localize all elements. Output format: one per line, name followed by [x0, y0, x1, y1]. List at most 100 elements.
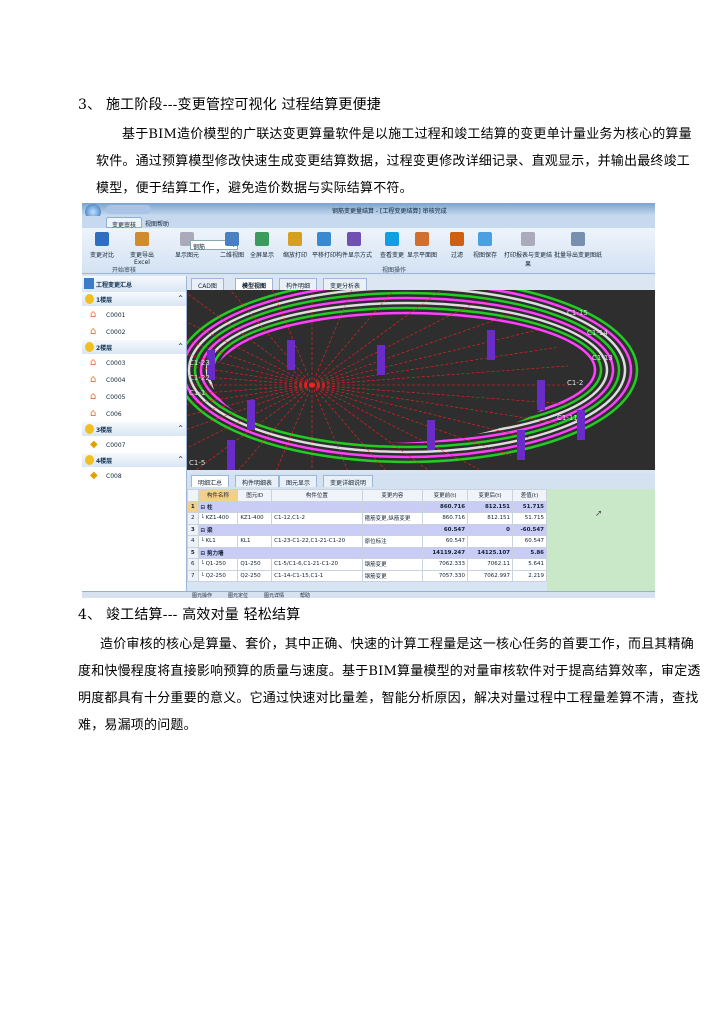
table-cell: └ Q1-250	[197, 558, 239, 571]
bottom-tab[interactable]: 构件明细表	[235, 475, 280, 487]
table-row[interactable]: 6 └ Q1-250 Q1-250 C1-5/C1-6,C1-21-C1-20 钢筋变更…	[187, 558, 547, 571]
table-cell: 7062.11	[467, 558, 513, 571]
floor-group-label: 4楼层	[96, 458, 113, 465]
floor-group-header[interactable]: 1楼层 ^	[82, 292, 186, 306]
table-cell: C1-23-C1-22,C1-21-C1-20	[271, 535, 363, 548]
3d-model-view[interactable]: C1-15 C1-14 C1-13 C1-2 C1-11 C1-23 C1-22 C1-1 C1…	[82, 275, 655, 495]
title-bar: 钢筋变更量结算 - [工程变更结算] 审核完成	[82, 203, 655, 220]
floor-group-header[interactable]: 3楼层 ^	[82, 422, 186, 436]
ribbon-button[interactable]: 变更对比	[84, 232, 120, 259]
ribbon: 变更对比变更导出Excel显示图元钢筋▾二维视图全屏显示缩放打印平移打印构件显示…	[82, 228, 655, 274]
column-header[interactable]: 变更内容	[361, 489, 424, 502]
change-item[interactable]: ◆ C008	[82, 467, 186, 484]
table-cell	[271, 500, 363, 513]
change-item[interactable]: ⌂ C0004	[82, 371, 186, 388]
table-row[interactable]: 2 └ KZ1-400 KZ1-400 C1-12,C1-2 箍筋变更,纵筋变更 860.…	[187, 512, 547, 525]
status-button[interactable]: 帮助	[300, 592, 310, 598]
ribbon-button-label: 打印报表与变更结果	[504, 252, 553, 268]
paragraph-line: 度和快慢程度将直接影响预算的质量与速度。基于BIM算量模型的对量审核软件对于提高…	[78, 664, 701, 679]
table-row[interactable]: 1 ⊟ 柱 860.716 812.151 51.715	[187, 500, 547, 513]
table-cell: 860.716	[422, 500, 469, 513]
view-tab[interactable]: 变更分析表	[323, 278, 368, 290]
house-icon: ⌂	[90, 309, 97, 320]
table-row[interactable]: 4 └ KL1 KL1 C1-23-C1-22,C1-21-C1-20 原位标注 60.5…	[187, 535, 547, 548]
folder-icon	[85, 342, 94, 352]
folder-icon	[85, 294, 94, 304]
column-header[interactable]: 构件位置	[271, 489, 363, 502]
table-cell: KL1	[237, 535, 273, 548]
change-item-label: C0007	[106, 442, 126, 449]
column-header[interactable]: 构件名称	[197, 489, 239, 502]
table-cell: 1	[187, 500, 199, 513]
table-row[interactable]: 3 ⊟ 梁 60.547 0 -60.547	[187, 523, 547, 536]
ribbon-button-label: 批量导出变更图纸	[554, 252, 603, 259]
change-item[interactable]: ⌂ C0005	[82, 388, 186, 405]
table-cell: 860.716	[422, 512, 469, 525]
ribbon-button[interactable]: 批量导出变更图纸	[554, 232, 602, 259]
column-header[interactable]	[187, 489, 199, 502]
table-cell: 箍筋变更,纵筋变更	[361, 512, 424, 525]
axis-label: C1-2	[567, 379, 583, 387]
ribbon-icon	[135, 232, 149, 246]
status-button[interactable]: 图元定位	[228, 592, 248, 598]
column-header[interactable]: 变更前(t)	[422, 489, 469, 502]
change-item[interactable]: ⌂ C0003	[82, 354, 186, 371]
column	[537, 380, 545, 410]
floor-group-label: 1楼层	[96, 297, 113, 304]
ribbon-button[interactable]: 视图保存	[467, 232, 503, 259]
table-cell: 5.86	[512, 546, 547, 559]
floor-group-header[interactable]: 4楼层 ^	[82, 453, 186, 467]
change-item-label: C0002	[106, 329, 126, 336]
view-tab[interactable]: 模型视图	[235, 278, 274, 290]
table-cell: 14125.107	[467, 546, 513, 559]
change-item[interactable]: ⌂ C006	[82, 405, 186, 422]
change-item-label: C006	[106, 411, 122, 418]
change-item-label: C0005	[106, 394, 126, 401]
panel-header: 工程变更汇总	[82, 276, 186, 292]
table-cell: 5	[187, 546, 199, 559]
table-cell: └ KZ1-400	[197, 512, 239, 525]
ribbon-button[interactable]: 变更导出Excel	[124, 232, 160, 266]
column-header[interactable]: 差值(t)	[512, 489, 547, 502]
quick-access-toolbar[interactable]	[106, 205, 151, 214]
bottom-tab[interactable]: 图元显示	[279, 475, 318, 487]
status-button[interactable]: 图元详情	[264, 592, 284, 598]
change-item[interactable]: ⌂ C0002	[82, 323, 186, 340]
table-cell: ⊟ 剪力墙	[197, 546, 239, 559]
table-row[interactable]: 7 └ Q2-250 Q2-250 C1-14-C1-15,C1-1 钢筋变更 7057.…	[187, 569, 547, 582]
table-cell	[361, 546, 424, 559]
floor-group-header[interactable]: 2楼层 ^	[82, 340, 186, 354]
ribbon-button[interactable]: 打印报表与变更结果	[504, 232, 552, 268]
tab-change-review[interactable]: 变更审核	[106, 217, 143, 229]
table-row[interactable]: 5 ⊟ 剪力墙 14119.247 14125.107 5.86	[187, 546, 547, 559]
ribbon-button[interactable]: 显示平面图	[404, 232, 440, 259]
change-detail-table: 构件名称 图元ID 构件位置 变更内容 变更前(t) 变更后(t) 差值(t) 1 ⊟ 柱 860…	[187, 489, 547, 582]
ribbon-icon	[288, 232, 302, 246]
change-item[interactable]: ◆ C0007	[82, 436, 186, 453]
table-cell	[237, 546, 273, 559]
ribbon-icon	[478, 232, 492, 246]
view-tab[interactable]: 构件明细	[279, 278, 318, 290]
column-header[interactable]: 图元ID	[237, 489, 273, 502]
axis-label: C1-13	[592, 354, 613, 362]
table-cell: 812.151	[467, 500, 513, 513]
bottom-tab[interactable]: 变更详细说明	[323, 475, 374, 487]
dropdown-value: 钢筋	[193, 244, 206, 251]
change-item[interactable]: ⌂ C0001	[82, 306, 186, 323]
paragraph-line: 难，易漏项的问题。	[78, 718, 197, 733]
ribbon-button[interactable]: 全屏显示	[244, 232, 280, 259]
table-cell: 3	[187, 523, 199, 536]
window-title: 钢筋变更量结算 - [工程变更结算] 审核完成	[332, 208, 447, 215]
change-item-label: C0001	[106, 312, 126, 319]
table-cell	[271, 523, 363, 536]
ribbon-icon	[255, 232, 269, 246]
bottom-tab[interactable]: 明细汇总	[191, 475, 230, 487]
tab-view-help[interactable]: 视图帮助	[140, 217, 174, 228]
software-screenshot: 钢筋变更量结算 - [工程变更结算] 审核完成 变更审核 视图帮助 变更对比 变更…	[82, 203, 655, 598]
table-cell: 7057.330	[422, 569, 469, 582]
view-tab[interactable]: CAD图	[191, 278, 224, 290]
status-button[interactable]: 图元操作	[192, 592, 212, 598]
ribbon-button[interactable]: 构件显示方式	[336, 232, 372, 259]
column-header[interactable]: 变更后(t)	[467, 489, 513, 502]
house-icon: ⌂	[90, 326, 97, 337]
